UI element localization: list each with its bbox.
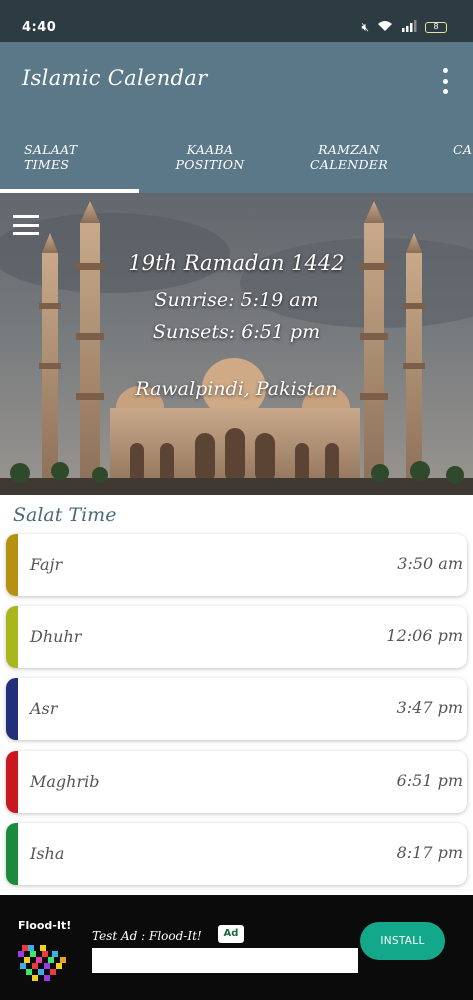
prayer-time: 8:17 pm [396, 843, 463, 862]
mosque-illustration [0, 193, 473, 495]
prayer-color-bar [6, 606, 18, 668]
app-title: Islamic Calendar [22, 66, 208, 90]
hijri-date: 19th Ramadan 1442 [128, 251, 345, 275]
sunset-time: Sunsets: 6:51 pm [152, 321, 321, 343]
hamburger-menu-icon[interactable] [13, 215, 39, 235]
prayer-card-maghrib[interactable]: Maghrib 6:51 pm [6, 751, 467, 813]
prayer-color-bar [6, 823, 18, 885]
prayer-card-fajr[interactable]: Fajr 3:50 am [6, 534, 467, 596]
tab-kaaba-position[interactable]: KAABA POSITION [160, 142, 260, 172]
location: Rawalpindi, Pakistan [135, 378, 338, 400]
ad-badge: Ad [218, 925, 244, 943]
tab-calendar[interactable]: CA [453, 142, 473, 157]
prayer-name: Dhuhr [30, 627, 82, 646]
overflow-menu-icon[interactable] [441, 68, 449, 94]
prayer-name: Fajr [30, 555, 63, 574]
prayer-time: 12:06 pm [386, 626, 463, 645]
tab-label: SALAAT TIMES [24, 142, 78, 172]
status-icons: 🔇︎ 8 [361, 20, 447, 35]
flood-it-logo-icon [18, 945, 66, 981]
app-bar: Islamic Calendar SALAAT TIMES KAABA POSI… [0, 42, 473, 193]
mute-icon: 🔇︎ [361, 20, 369, 34]
prayer-name: Maghrib [30, 772, 100, 791]
battery-icon: 8 [425, 22, 447, 33]
prayer-name: Asr [30, 699, 58, 718]
prayer-time: 6:51 pm [396, 771, 463, 790]
wifi-icon [377, 20, 393, 35]
status-bar: 4:40 🔇︎ 8 [0, 0, 473, 42]
tab-ramzan-calender[interactable]: RAMZAN CALENDER [298, 142, 400, 172]
prayer-name: Isha [30, 844, 65, 863]
tab-label: KAABA [186, 142, 234, 157]
prayer-color-bar [6, 534, 18, 596]
prayer-card-isha[interactable]: Isha 8:17 pm [6, 823, 467, 885]
prayer-time: 3:47 pm [396, 698, 463, 717]
sunrise-time: Sunrise: 5:19 am [154, 289, 319, 311]
prayer-card-dhuhr[interactable]: Dhuhr 12:06 pm [6, 606, 467, 668]
ad-image-strip [92, 948, 358, 973]
tab-label: POSITION [175, 157, 245, 172]
prayer-color-bar [6, 678, 18, 740]
ad-text: Test Ad : Flood-It! [92, 929, 202, 943]
salat-section-title: Salat Time [13, 504, 117, 526]
prayer-color-bar [6, 751, 18, 813]
hero-banner: 19th Ramadan 1442 Sunrise: 5:19 am Sunse… [0, 193, 473, 495]
ad-logo-title: Flood-It! [18, 919, 72, 932]
tab-salaat-times[interactable]: SALAAT TIMES [24, 142, 116, 172]
signal-icon [401, 20, 417, 35]
tab-label: RAMZAN [318, 142, 380, 157]
ad-banner[interactable]: Flood-It! Test Ad : Flood-It! Ad INSTALL [0, 895, 473, 1000]
tab-label: CA [453, 142, 473, 157]
prayer-card-asr[interactable]: Asr 3:47 pm [6, 678, 467, 740]
prayer-time: 3:50 am [397, 554, 463, 573]
status-time: 4:40 [22, 20, 57, 35]
tab-label: CALENDER [310, 157, 388, 172]
tab-bar: SALAAT TIMES KAABA POSITION RAMZAN CALEN… [0, 138, 473, 193]
install-button[interactable]: INSTALL [360, 922, 445, 960]
